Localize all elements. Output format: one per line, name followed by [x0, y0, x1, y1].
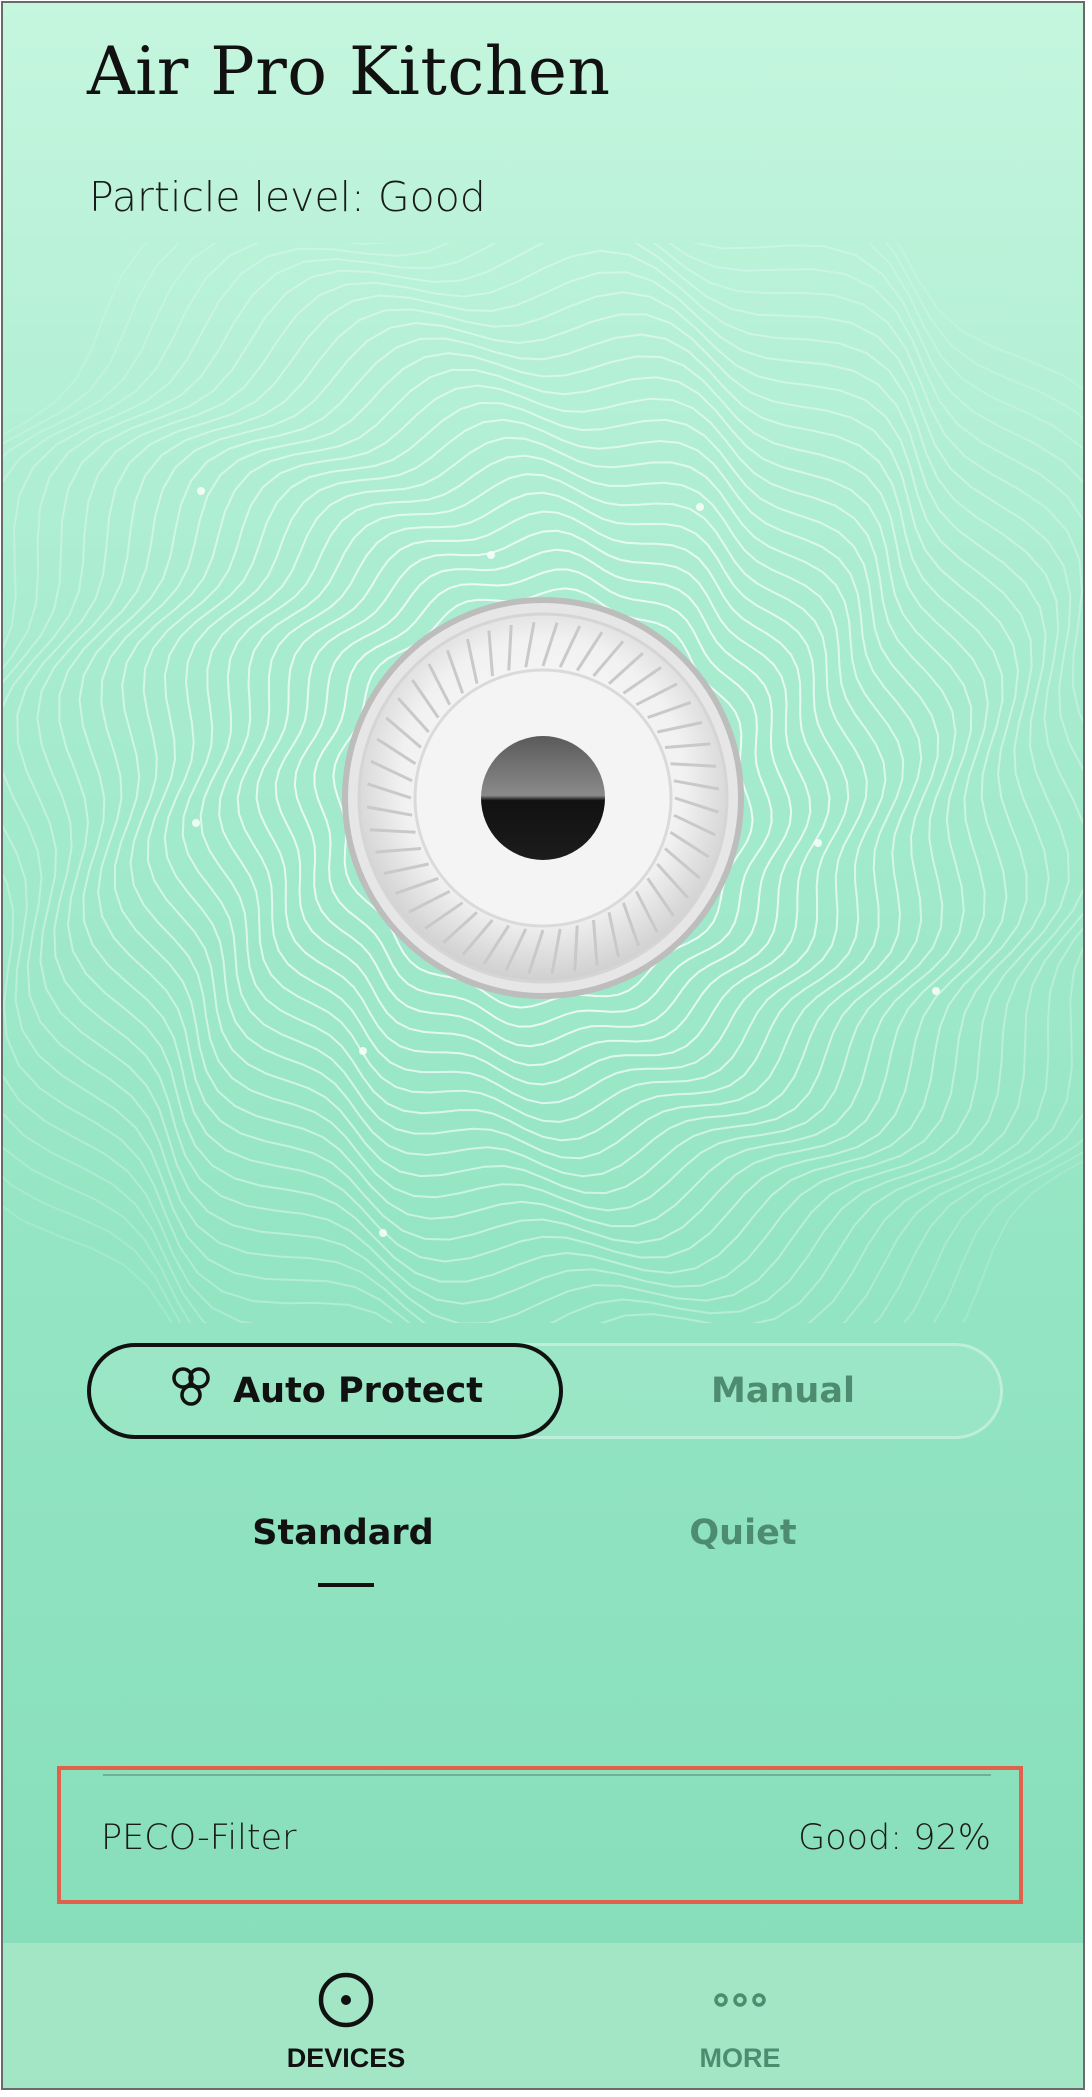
page-title: Air Pro Kitchen — [87, 33, 611, 110]
filter-status-row[interactable]: PECO-Filter Good: 92% — [57, 1766, 1023, 1904]
divider — [103, 1774, 991, 1776]
center-knob — [481, 736, 605, 860]
nav-devices[interactable]: DEVICES — [246, 1971, 446, 2074]
air-particle — [192, 819, 200, 827]
air-particle — [379, 1229, 387, 1237]
fan-disc — [342, 597, 744, 999]
air-particle — [487, 551, 495, 559]
filter-status: Good: 92% — [798, 1818, 991, 1858]
bottom-nav: DEVICES MORE — [3, 1943, 1083, 2088]
filter-name: PECO-Filter — [101, 1818, 297, 1858]
device-target-icon — [317, 1971, 375, 2033]
manual-button[interactable]: Manual — [563, 1343, 1003, 1439]
auto-protect-label: Auto Protect — [233, 1371, 483, 1411]
tab-quiet[interactable]: Quiet — [643, 1513, 843, 1553]
tab-standard-underline — [318, 1583, 374, 1587]
air-particle — [359, 1047, 367, 1055]
nav-devices-label: DEVICES — [286, 2043, 406, 2073]
air-particle — [696, 503, 704, 511]
air-particle — [197, 487, 205, 495]
screen: Air Pro Kitchen Particle level: Good Aut… — [3, 3, 1083, 2088]
nav-more[interactable]: MORE — [640, 1971, 840, 2074]
fan-trefoil-icon — [167, 1363, 215, 1420]
more-dots-icon — [711, 1971, 769, 2033]
tab-standard[interactable]: Standard — [243, 1513, 443, 1553]
auto-protect-button[interactable]: Auto Protect — [87, 1343, 563, 1439]
nav-more-label: MORE — [699, 2043, 781, 2073]
air-particle — [814, 839, 822, 847]
purifier-visual — [3, 243, 1083, 1323]
air-particle — [932, 987, 940, 995]
particle-level-text: Particle level: Good — [89, 173, 486, 221]
